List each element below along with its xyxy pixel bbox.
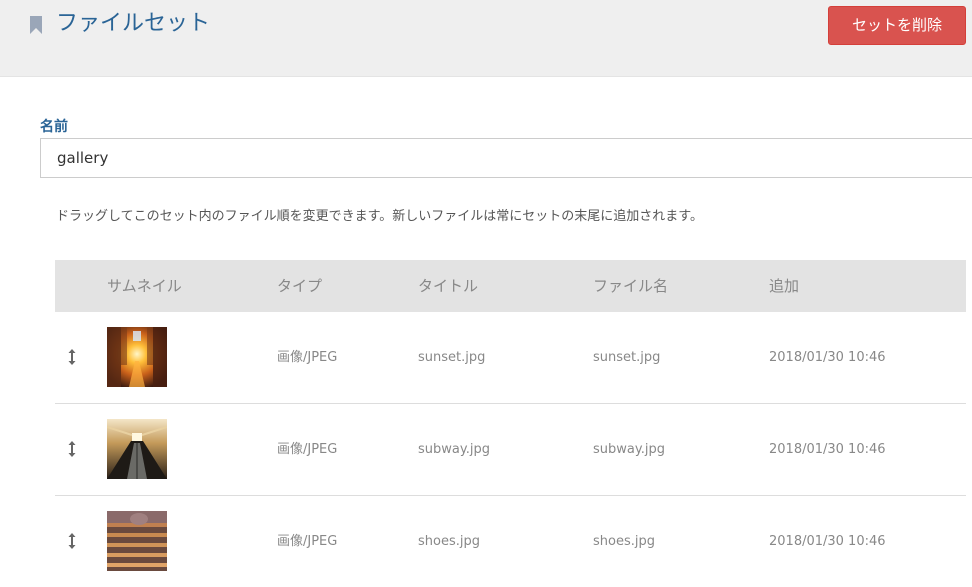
name-input[interactable] <box>40 138 972 178</box>
help-text: ドラッグしてこのセット内のファイル順を変更できます。新しいファイルは常にセットの… <box>56 209 704 224</box>
drag-handle-icon[interactable] <box>67 532 77 550</box>
column-header-type: タイプ <box>277 277 323 295</box>
column-header-filename: ファイル名 <box>593 277 669 295</box>
file-table: サムネイル タイプ タイトル ファイル名 追加 画像/JPEG sunset.j… <box>55 260 966 587</box>
row-added: 2018/01/30 10:46 <box>769 534 886 549</box>
table-row[interactable]: 画像/JPEG shoes.jpg shoes.jpg 2018/01/30 1… <box>55 496 966 587</box>
thumbnail-sunset[interactable] <box>107 327 167 387</box>
row-title: sunset.jpg <box>418 350 486 365</box>
name-label: 名前 <box>40 119 68 135</box>
row-title: shoes.jpg <box>418 534 480 549</box>
column-header-thumbnail: サムネイル <box>107 277 182 295</box>
row-title: subway.jpg <box>418 442 490 457</box>
page-header: ファイルセット セットを削除 <box>0 0 972 77</box>
column-header-title: タイトル <box>418 277 479 295</box>
delete-set-button[interactable]: セットを削除 <box>828 6 966 45</box>
table-row[interactable]: 画像/JPEG sunset.jpg sunset.jpg 2018/01/30… <box>55 312 966 404</box>
table-row[interactable]: 画像/JPEG subway.jpg subway.jpg 2018/01/30… <box>55 404 966 496</box>
row-added: 2018/01/30 10:46 <box>769 350 886 365</box>
row-type: 画像/JPEG <box>277 442 338 457</box>
row-filename: sunset.jpg <box>593 350 661 365</box>
row-type: 画像/JPEG <box>277 534 338 549</box>
table-header: サムネイル タイプ タイトル ファイル名 追加 <box>55 260 966 312</box>
row-added: 2018/01/30 10:46 <box>769 442 886 457</box>
drag-handle-icon[interactable] <box>67 348 77 366</box>
page-title: ファイルセット <box>56 11 211 36</box>
column-header-added: 追加 <box>769 277 800 295</box>
bookmark-icon <box>30 16 42 34</box>
row-filename: subway.jpg <box>593 442 665 457</box>
row-filename: shoes.jpg <box>593 534 655 549</box>
thumbnail-subway[interactable] <box>107 419 167 479</box>
drag-handle-icon[interactable] <box>67 440 77 458</box>
row-type: 画像/JPEG <box>277 350 338 365</box>
thumbnail-shoes[interactable] <box>107 511 167 571</box>
